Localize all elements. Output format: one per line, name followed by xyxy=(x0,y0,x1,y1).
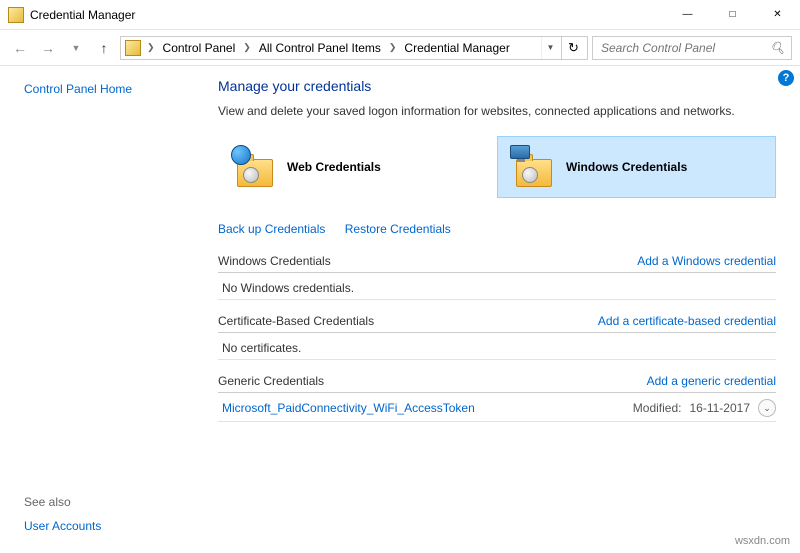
page-title: Manage your credentials xyxy=(218,78,776,94)
windows-credentials-section-header: Windows Credentials Add a Windows creden… xyxy=(218,254,776,273)
control-panel-home-link[interactable]: Control Panel Home xyxy=(24,82,190,96)
windows-credentials-label: Windows Credentials xyxy=(566,160,687,174)
titlebar: Credential Manager — □ ✕ xyxy=(0,0,800,30)
expand-credential-button[interactable]: ⌄ xyxy=(758,399,776,417)
app-icon xyxy=(8,7,24,23)
add-generic-credential-link[interactable]: Add a generic credential xyxy=(647,374,776,388)
toolbar: ← → ▼ ↑ ❯ Control Panel ❯ All Control Pa… xyxy=(0,30,800,66)
web-credentials-label: Web Credentials xyxy=(287,160,381,174)
windows-credentials-empty: No Windows credentials. xyxy=(218,273,776,300)
credential-type-tiles: Web Credentials Windows Credentials xyxy=(218,136,776,198)
breadcrumb-all-items[interactable]: All Control Panel Items xyxy=(255,37,385,59)
backup-credentials-link[interactable]: Back up Credentials xyxy=(218,222,325,236)
search-box[interactable]: 🔍︎ xyxy=(592,36,792,60)
search-icon[interactable]: 🔍︎ xyxy=(770,41,785,55)
recent-dropdown-icon[interactable]: ▼ xyxy=(64,36,88,60)
add-cert-credential-link[interactable]: Add a certificate-based credential xyxy=(598,314,776,328)
chevron-right-icon[interactable]: ❯ xyxy=(387,42,399,53)
chevron-right-icon[interactable]: ❯ xyxy=(241,42,253,53)
credential-name: Microsoft_PaidConnectivity_WiFi_AccessTo… xyxy=(222,401,475,415)
restore-credentials-link[interactable]: Restore Credentials xyxy=(345,222,451,236)
web-credentials-icon xyxy=(231,147,275,187)
up-button[interactable]: ↑ xyxy=(92,36,116,60)
sidebar: Control Panel Home See also User Account… xyxy=(0,66,200,553)
cert-credentials-section-title: Certificate-Based Credentials xyxy=(218,314,374,328)
web-credentials-tile[interactable]: Web Credentials xyxy=(218,136,497,198)
page-subtitle: View and delete your saved logon informa… xyxy=(218,104,776,118)
back-button[interactable]: ← xyxy=(8,36,32,60)
credential-modified-label: Modified: xyxy=(633,401,682,415)
close-button[interactable]: ✕ xyxy=(755,0,800,30)
address-icon xyxy=(125,40,141,56)
window-title: Credential Manager xyxy=(30,8,135,22)
chevron-right-icon[interactable]: ❯ xyxy=(145,42,157,53)
content-area: Control Panel Home See also User Account… xyxy=(0,66,800,553)
windows-credentials-icon xyxy=(510,147,554,187)
breadcrumb-credential-manager[interactable]: Credential Manager xyxy=(400,37,513,59)
address-bar[interactable]: ❯ Control Panel ❯ All Control Panel Item… xyxy=(120,36,588,60)
maximize-button[interactable]: □ xyxy=(710,0,755,30)
cert-credentials-section-header: Certificate-Based Credentials Add a cert… xyxy=(218,314,776,333)
credential-modified-date: 16-11-2017 xyxy=(690,401,751,415)
add-windows-credential-link[interactable]: Add a Windows credential xyxy=(637,254,776,268)
minimize-button[interactable]: — xyxy=(665,0,710,30)
search-input[interactable] xyxy=(599,40,770,56)
windows-credentials-tile[interactable]: Windows Credentials xyxy=(497,136,776,198)
action-links: Back up Credentials Restore Credentials xyxy=(218,222,776,236)
watermark: wsxdn.com xyxy=(735,535,790,547)
windows-credentials-section-title: Windows Credentials xyxy=(218,254,331,268)
address-dropdown-icon[interactable]: ▼ xyxy=(541,37,559,59)
breadcrumb-control-panel[interactable]: Control Panel xyxy=(159,37,240,59)
generic-credentials-section-header: Generic Credentials Add a generic creden… xyxy=(218,374,776,393)
refresh-button[interactable]: ↻ xyxy=(561,37,585,59)
see-also-label: See also xyxy=(24,495,101,509)
generic-credentials-section-title: Generic Credentials xyxy=(218,374,324,388)
cert-credentials-empty: No certificates. xyxy=(218,333,776,360)
forward-button[interactable]: → xyxy=(36,36,60,60)
main-panel: ? Manage your credentials View and delet… xyxy=(200,66,800,553)
generic-credential-item[interactable]: Microsoft_PaidConnectivity_WiFi_AccessTo… xyxy=(218,393,776,422)
user-accounts-link[interactable]: User Accounts xyxy=(24,519,101,533)
help-icon[interactable]: ? xyxy=(778,70,794,86)
